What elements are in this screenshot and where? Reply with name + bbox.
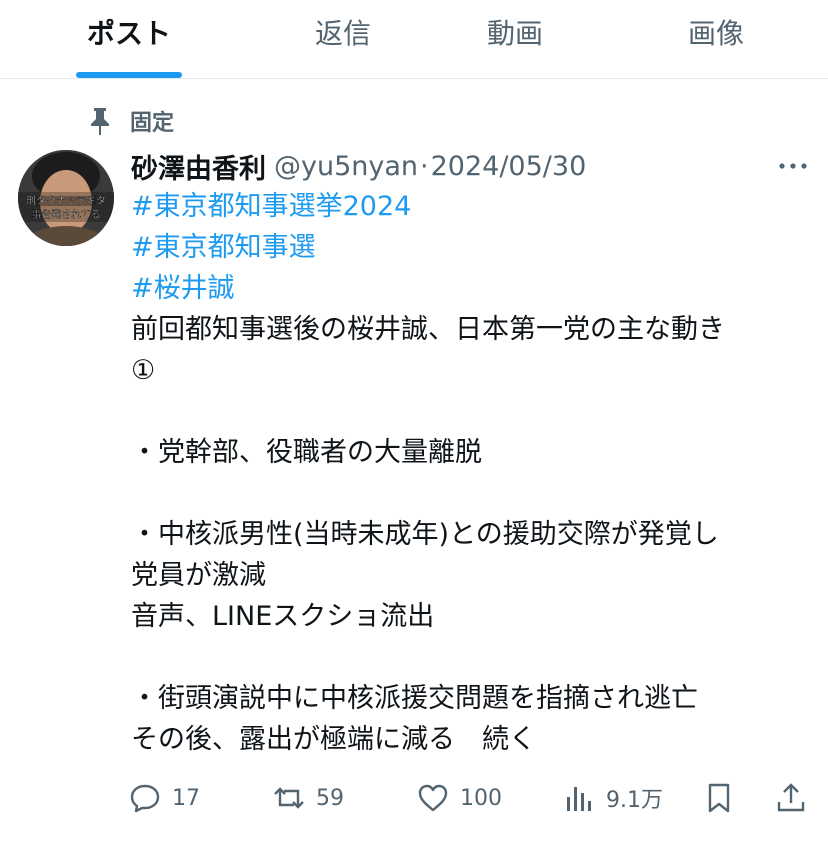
views-icon [567, 787, 591, 811]
repost-icon [274, 787, 304, 809]
bookmark-button[interactable] [702, 776, 736, 820]
hashtag-link[interactable]: #桜井誠 [131, 273, 235, 304]
avatar[interactable]: 刑タクナッテキタ 事告発されてる [18, 150, 114, 246]
reply-button[interactable]: 17 [128, 776, 200, 820]
svg-text:事告発されてる: 事告発されてる [31, 208, 101, 221]
like-button[interactable]: 100 [416, 776, 502, 820]
author-handle[interactable]: @yu5nyan [274, 151, 418, 182]
svg-text:刑タクナッテキタ: 刑タクナッテキタ [26, 194, 106, 207]
tab-videos[interactable]: 動画 [462, 14, 568, 54]
more-options-button[interactable] [778, 146, 808, 186]
bookmark-icon [708, 783, 730, 813]
reply-count: 17 [172, 785, 200, 811]
hashtag-link[interactable]: #東京都知事選挙2024 [131, 191, 411, 222]
author-name[interactable]: 砂澤由香利 [131, 147, 266, 186]
pinned-label: 固定 [130, 111, 175, 136]
repost-button[interactable]: 59 [272, 776, 344, 820]
heart-icon [418, 784, 448, 812]
hashtag-link[interactable]: #東京都知事選 [131, 232, 316, 263]
pinned-indicator: 固定 [88, 104, 174, 138]
reply-icon [130, 784, 160, 813]
tab-replies[interactable]: 返信 [290, 14, 396, 54]
post-actions: 17 59 100 9.1万 [128, 776, 818, 820]
share-icon [777, 783, 805, 812]
tab-posts[interactable]: ポスト [76, 14, 182, 54]
pin-icon [91, 108, 109, 135]
post-text-blank [131, 391, 821, 432]
header-separator: · [420, 150, 429, 182]
post-text-blank [131, 473, 821, 514]
post-text-line: 前回都知事選後の桜井誠、日本第一党の主な動き [131, 314, 725, 345]
more-icon [779, 163, 807, 169]
post-text-line: ・党幹部、役職者の大量離脱 [131, 437, 482, 468]
post-text-line: ① [131, 355, 156, 386]
post-text-line: 党員が激減 [131, 560, 266, 591]
like-count: 100 [460, 785, 502, 811]
avatar-image: 刑タクナッテキタ 事告発されてる [18, 150, 114, 246]
post-text-blank [131, 637, 821, 678]
post[interactable]: 砂澤由香利 @yu5nyan · 2024/05/30 #東京都知事選挙2024… [131, 146, 821, 760]
post-text-line: その後、露出が極端に減る 続く [131, 724, 536, 755]
post-text-line: 音声、LINEスクショ流出 [131, 601, 435, 632]
post-text-line: ・中核派男性(当時未成年)との援助交際が発覚し [131, 519, 719, 550]
share-button[interactable] [774, 776, 808, 820]
profile-tabs: ポスト 返信 動画 画像 [0, 0, 828, 79]
tab-images[interactable]: 画像 [663, 14, 769, 54]
post-text-line: ・街頭演説中に中核派援交問題を指摘され逃亡 [131, 683, 698, 714]
active-tab-indicator [76, 72, 182, 78]
views-button[interactable]: 9.1万 [562, 776, 663, 820]
views-count: 9.1万 [606, 788, 663, 813]
repost-count: 59 [316, 785, 344, 811]
post-date[interactable]: 2024/05/30 [431, 151, 587, 182]
post-header: 砂澤由香利 @yu5nyan · 2024/05/30 [131, 146, 821, 186]
